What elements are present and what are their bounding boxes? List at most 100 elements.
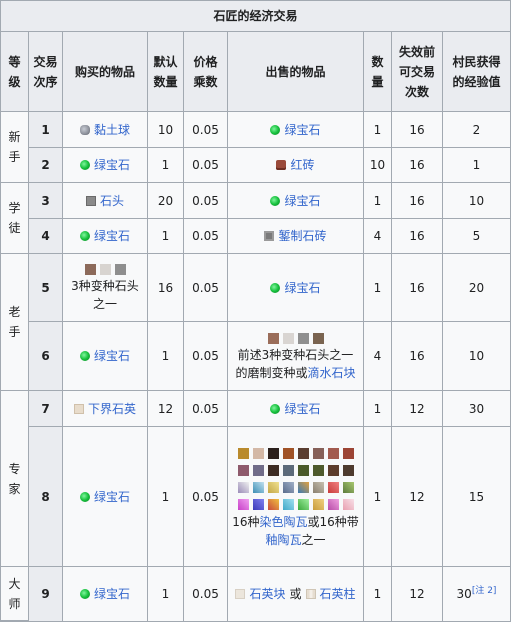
brick-icon [276,160,287,170]
terracotta-icon [282,464,294,476]
terracotta-icon [327,464,339,476]
max-uses-cell: 16 [392,112,443,148]
max-uses-cell: 16 [392,254,443,322]
header-buy: 购买的物品 [63,32,148,112]
sell-link[interactable]: 绿宝石 [284,399,320,419]
terracotta-icon [252,464,264,476]
buy-link[interactable]: 绿宝石 [94,346,130,366]
price-mult-cell: 0.05 [184,427,228,567]
glazed-terracotta-icon [252,481,264,493]
glazed-terracotta-icon [267,498,279,510]
buy-link[interactable]: 下界石英 [88,399,136,419]
glazed-terracotta-icon [342,481,354,493]
buy-link[interactable]: 石头 [100,191,124,211]
buy-link[interactable]: 黏土球 [94,120,130,140]
max-uses-cell: 16 [392,148,443,183]
sell-link[interactable]: 红砖 [290,155,314,175]
buy-cell: 绿宝石 [63,322,148,391]
buy-link[interactable]: 绿宝石 [94,584,130,604]
quartz-block-link[interactable]: 石英块 [249,584,285,604]
buy-cell: 绿宝石 [63,427,148,567]
dripstone-block-icon [312,332,324,344]
emerald-icon [270,403,281,414]
order-cell: 5 [29,254,63,322]
xp-cell: 1 [443,148,510,183]
terracotta-icon [312,447,324,459]
header-sell: 出售的物品 [228,32,364,112]
glazed-terracotta-icon [342,498,354,510]
xp-cell: 30 [443,391,510,427]
header-price-mult: 价格 乘数 [184,32,228,112]
max-uses-cell: 16 [392,183,443,219]
default-qty-cell: 1 [148,427,184,567]
sell-link[interactable]: 绿宝石 [284,120,320,140]
table-caption: 石匠的经济交易 [1,1,510,32]
level-expert: 专 家 [1,391,29,567]
price-mult-cell: 0.05 [184,219,228,254]
price-mult-cell: 0.05 [184,322,228,391]
stone-variant-icons [84,264,126,275]
order-cell: 2 [29,148,63,183]
price-mult-cell: 0.05 [184,391,228,427]
quartz-pillar-icon [305,589,316,599]
sell-link[interactable]: 錾制石砖 [278,226,326,246]
max-uses-cell: 16 [392,322,443,391]
emerald-icon [270,195,281,206]
glazed-terracotta-icon [312,481,324,493]
max-uses-cell: 12 [392,567,443,621]
trade-table: 石匠的经济交易 等 级 交易 次序 购买的物品 默认 数量 价格 乘数 出售的物… [0,0,511,622]
xp-cell: 20 [443,254,510,322]
qty-cell: 1 [364,112,392,148]
buy-text: 3种变种石头 [71,279,139,293]
terracotta-icon [312,464,324,476]
qty-cell: 1 [364,567,392,621]
buy-link[interactable]: 绿宝石 [94,487,130,507]
order-cell: 3 [29,183,63,219]
buy-link[interactable]: 绿宝石 [94,226,130,246]
emerald-icon [79,351,90,361]
xp-cell: 15 [443,427,510,567]
max-uses-cell: 12 [392,391,443,427]
stone-icon [85,195,96,206]
dyed-terracotta-link[interactable]: 染色陶瓦 [259,515,307,529]
chiseled-stone-bricks-icon [264,231,275,241]
buy-cell: 黏土球 [63,112,148,148]
polished-diorite-icon [282,332,294,344]
sell-cell: 前述3种变种石头之一 的磨制变种或滴水石块 [228,322,364,391]
header-order: 交易 次序 [29,32,63,112]
price-mult-cell: 0.05 [184,183,228,219]
emerald-icon [79,491,90,502]
footnote-link[interactable]: [注 2] [472,586,497,596]
emerald-icon [270,124,281,135]
buy-link[interactable]: 绿宝石 [94,155,130,175]
default-qty-cell: 1 [148,322,184,391]
diorite-icon [99,264,111,275]
order-cell: 6 [29,322,63,391]
sell-link[interactable]: 绿宝石 [284,278,320,298]
xp-cell: 10 [443,183,510,219]
qty-cell: 4 [364,322,392,391]
qty-cell: 1 [364,391,392,427]
nether-quartz-icon [73,403,84,414]
qty-cell: 1 [364,183,392,219]
price-mult-cell: 0.05 [184,112,228,148]
xp-cell: 5 [443,219,510,254]
polished-andesite-icon [297,332,309,344]
quartz-pillar-link[interactable]: 石英柱 [320,584,356,604]
default-qty-cell: 1 [148,567,184,621]
dripstone-link[interactable]: 滴水石块 [308,366,356,380]
polished-granite-icon [267,332,279,344]
sell-link[interactable]: 绿宝石 [284,191,320,211]
terracotta-icon [237,447,249,459]
glazed-terracotta-icon [237,498,249,510]
max-uses-cell: 16 [392,219,443,254]
buy-cell: 下界石英 [63,391,148,427]
price-mult-cell: 0.05 [184,254,228,322]
glazed-terracotta-link[interactable]: 釉陶瓦 [265,533,301,547]
level-journeyman: 老 手 [1,254,29,391]
order-cell: 9 [29,567,63,621]
andesite-icon [114,264,126,275]
terracotta-icon [327,447,339,459]
default-qty-cell: 12 [148,391,184,427]
glazed-terracotta-icon [297,498,309,510]
